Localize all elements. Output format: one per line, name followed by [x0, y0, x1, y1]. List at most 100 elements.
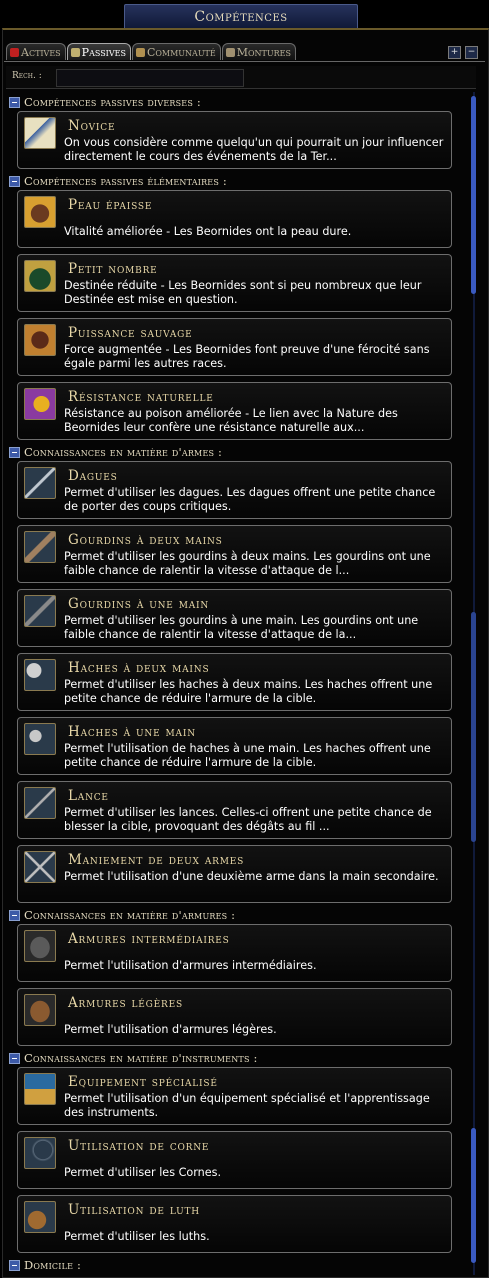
tab-underline	[4, 61, 485, 62]
skill-card[interactable]: Petit nombre Destinée réduite - Les Beor…	[17, 254, 452, 312]
collapse-icon[interactable]	[9, 175, 20, 187]
skill-card[interactable]: Novice On vous considère comme quelqu'un…	[17, 111, 452, 169]
skill-name: Utilisation de corne	[68, 1138, 210, 1154]
category-title: Compétences passives diverses :	[24, 95, 201, 109]
tab-actives[interactable]: Actives	[6, 43, 66, 60]
collapse-icon[interactable]	[9, 96, 20, 108]
search-input[interactable]	[56, 69, 244, 87]
scroll-thumb-segment[interactable]	[471, 612, 476, 842]
skill-card[interactable]: Haches à une main Permet l'utilisation d…	[17, 717, 452, 775]
spear-icon	[24, 787, 56, 819]
skill-name: Haches à une main	[68, 724, 196, 740]
light-armour-icon	[24, 994, 56, 1026]
skill-card[interactable]: Haches à deux mains Permet d'utiliser le…	[17, 653, 452, 711]
skill-name: Equipement spécialisé	[68, 1074, 218, 1090]
skill-description: Résistance au poison améliorée - Le lien…	[64, 407, 398, 434]
scroll-map-icon	[24, 117, 56, 149]
skill-description: Force augmentée - Les Beornides font pre…	[64, 343, 430, 370]
skill-card[interactable]: Maniement de deux armes Permet l'utilisa…	[17, 845, 452, 903]
skill-card[interactable]: Utilisation de corne Permet d'utiliser l…	[17, 1131, 452, 1189]
tab-label: Passives	[81, 45, 126, 59]
skill-description: Permet l'utilisation d'un équipement spé…	[64, 1092, 430, 1119]
axe-two-hand-icon	[24, 659, 56, 691]
tab-label: Actives	[21, 45, 61, 59]
category-title: Compétences passives élémentaires :	[24, 174, 227, 188]
category-header[interactable]: Connaissances en matière d'armes :	[9, 445, 222, 459]
skill-card[interactable]: Armures légères Permet l'utilisation d'a…	[17, 988, 452, 1046]
skill-name: Maniement de deux armes	[68, 852, 245, 868]
window-title: Compétences	[194, 9, 288, 25]
axe-one-hand-icon	[24, 723, 56, 755]
skill-card[interactable]: Gourdins à une main Permet d'utiliser le…	[17, 589, 452, 647]
skill-description: Permet l'utilisation de haches à une mai…	[64, 742, 431, 769]
scroll-thumb[interactable]	[471, 96, 476, 294]
collapse-icon[interactable]	[9, 1052, 20, 1064]
skill-description: Permet d'utiliser les gourdins à une mai…	[64, 614, 419, 641]
collapse-icon[interactable]	[9, 446, 20, 458]
bear-icon	[24, 196, 56, 228]
skill-description: Permet d'utiliser les lances. Celles-ci …	[64, 806, 432, 833]
skill-card[interactable]: Lance Permet d'utiliser les lances. Cell…	[17, 781, 452, 839]
window-title-bar[interactable]: Compétences	[124, 4, 358, 30]
skill-name: Armures légères	[68, 995, 183, 1011]
scroll-icon	[70, 47, 80, 57]
skill-description: Permet l'utilisation d'armures légères.	[64, 1023, 277, 1036]
skill-name: Lance	[68, 788, 109, 804]
collapse-icon[interactable]	[9, 909, 20, 921]
club-one-hand-icon	[24, 595, 56, 627]
skill-card[interactable]: Utilisation de luth Permet d'utiliser le…	[17, 1195, 452, 1253]
skill-name: Utilisation de luth	[68, 1202, 200, 1218]
skill-description: Vitalité améliorée - Les Beornides ont l…	[64, 225, 352, 238]
category-title: Connaissances en matière d'instruments :	[24, 1051, 258, 1065]
lute-icon	[24, 1201, 56, 1233]
skill-name: Gourdins à deux mains	[68, 532, 223, 548]
skill-card[interactable]: Gourdins à deux mains Permet d'utiliser …	[17, 525, 452, 583]
skill-description: Permet d'utiliser les dagues. Les dagues…	[64, 486, 436, 513]
tab-passives[interactable]: Passives	[66, 43, 131, 60]
leaf-icon	[135, 47, 145, 57]
skill-card[interactable]: Armures intermédiaires Permet l'utilisat…	[17, 924, 452, 982]
skill-description: Destinée réduite - Les Beornides sont si…	[64, 279, 422, 306]
expand-all-button[interactable]: +	[448, 46, 461, 59]
bear-silhouette-icon	[24, 260, 56, 292]
scroll-thumb-segment[interactable]	[471, 1128, 476, 1263]
skill-name: Dagues	[68, 468, 118, 484]
collapse-icon[interactable]	[9, 1259, 20, 1271]
skill-description: Permet d'utiliser les Cornes.	[64, 1166, 221, 1179]
category-header[interactable]: Connaissances en matière d'armures :	[9, 908, 235, 922]
collapse-all-button[interactable]: −	[465, 46, 478, 59]
skill-description: Permet d'utiliser les luths.	[64, 1230, 210, 1243]
skill-card[interactable]: Résistance naturelle Résistance au poiso…	[17, 382, 452, 440]
skill-description: Permet l'utilisation d'armures intermédi…	[64, 959, 317, 972]
red-icon	[10, 47, 19, 57]
skill-name: Peau épaisse	[68, 197, 153, 213]
skill-name: Novice	[68, 118, 116, 134]
tab-montures[interactable]: Montures	[221, 43, 296, 60]
horn-icon	[24, 1137, 56, 1169]
category-header[interactable]: Domicile :	[9, 1258, 81, 1272]
crossed-swords-icon	[24, 851, 56, 883]
search-label: Rech. :	[12, 71, 42, 81]
skill-card[interactable]: Puissance sauvage Force augmentée - Les …	[17, 318, 452, 376]
category-title: Domicile :	[24, 1258, 82, 1272]
category-header[interactable]: Connaissances en matière d'instruments :	[9, 1051, 258, 1065]
category-header[interactable]: Compétences passives élémentaires :	[9, 174, 227, 188]
skill-description: Permet d'utiliser les gourdins à deux ma…	[64, 550, 431, 577]
skill-name: Armures intermédiaires	[68, 931, 230, 947]
club-two-hand-icon	[24, 531, 56, 563]
skill-name: Petit nombre	[68, 261, 158, 277]
skill-card[interactable]: Peau épaisse Vitalité améliorée - Les Be…	[17, 190, 452, 248]
claw-icon	[24, 324, 56, 356]
skill-name: Résistance naturelle	[68, 389, 214, 405]
skill-name: Puissance sauvage	[68, 325, 193, 341]
skill-description: Permet l'utilisation d'une deuxième arme…	[64, 870, 439, 883]
skill-description: Permet d'utiliser les haches à deux main…	[64, 678, 433, 705]
tab-communaute[interactable]: Communauté	[131, 43, 221, 60]
instrument-kit-icon	[24, 1073, 56, 1105]
skill-card[interactable]: Equipement spécialisé Permet l'utilisati…	[17, 1067, 452, 1125]
skill-description: On vous considère comme quelqu'un qui po…	[64, 136, 444, 163]
scrollbar[interactable]	[470, 92, 478, 1275]
category-header[interactable]: Compétences passives diverses :	[9, 95, 201, 109]
skill-card[interactable]: Dagues Permet d'utiliser les dagues. Les…	[17, 461, 452, 519]
medium-armour-icon	[24, 930, 56, 962]
